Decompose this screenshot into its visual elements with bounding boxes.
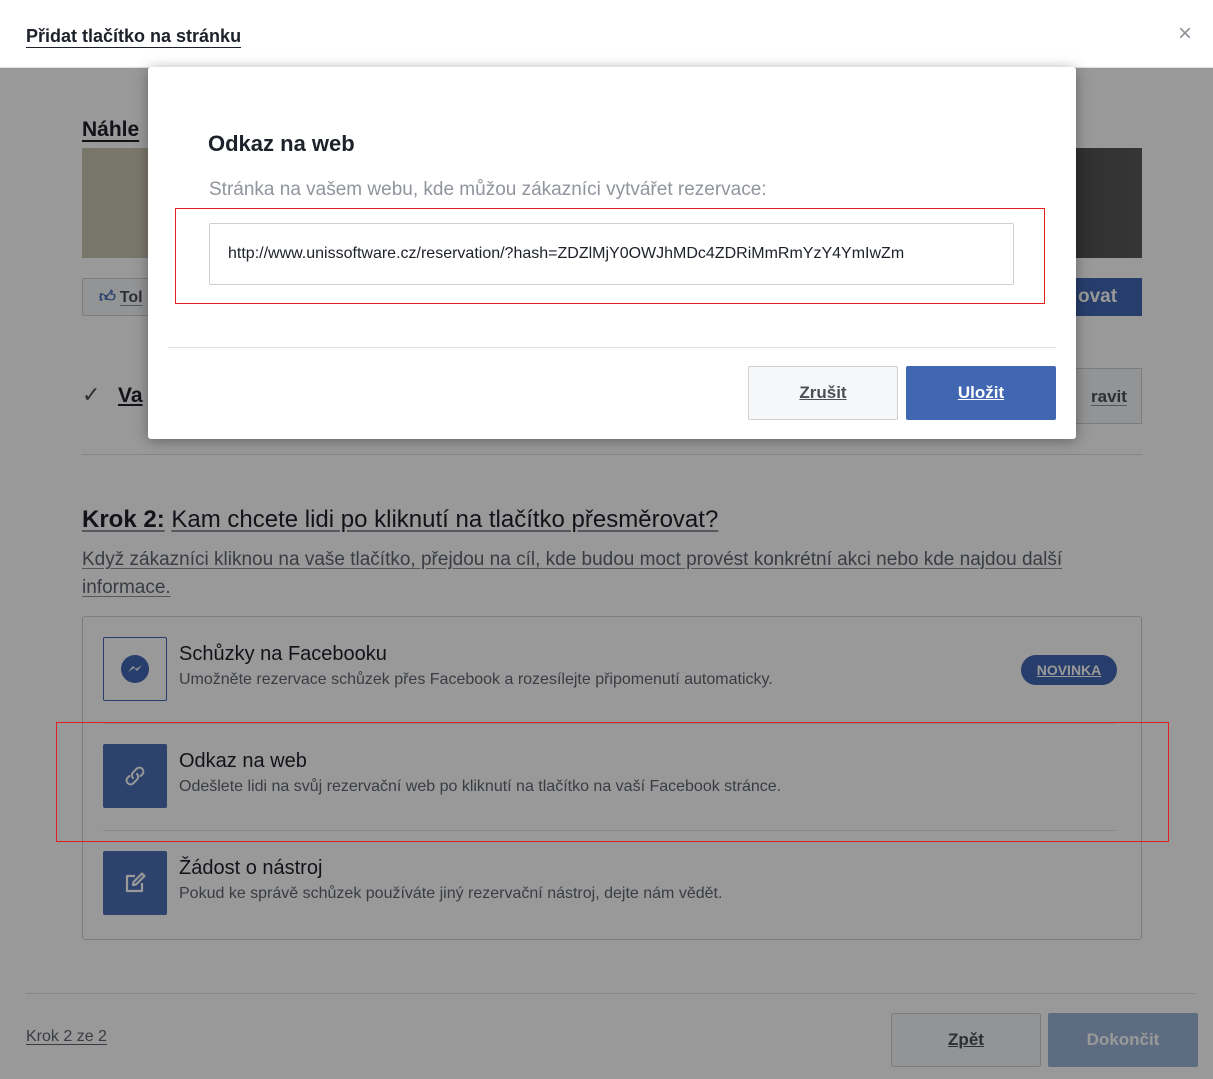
close-icon[interactable]: ×	[1178, 22, 1192, 46]
modal-title: Odkaz na web	[208, 131, 355, 156]
modal-separator	[168, 347, 1056, 348]
url-input[interactable]	[209, 223, 1014, 285]
dialog-title: Přidat tlačítko na stránku	[26, 26, 242, 46]
save-button[interactable]: Uložit	[906, 366, 1056, 420]
web-link-modal: Odkaz na web Stránka na vašem webu, kde …	[148, 67, 1076, 439]
cancel-button[interactable]: Zrušit	[748, 366, 898, 420]
dialog-header: Přidat tlačítko na stránku ×	[0, 0, 1213, 68]
url-field-label: Stránka na vašem webu, kde můžou zákazní…	[209, 179, 767, 200]
